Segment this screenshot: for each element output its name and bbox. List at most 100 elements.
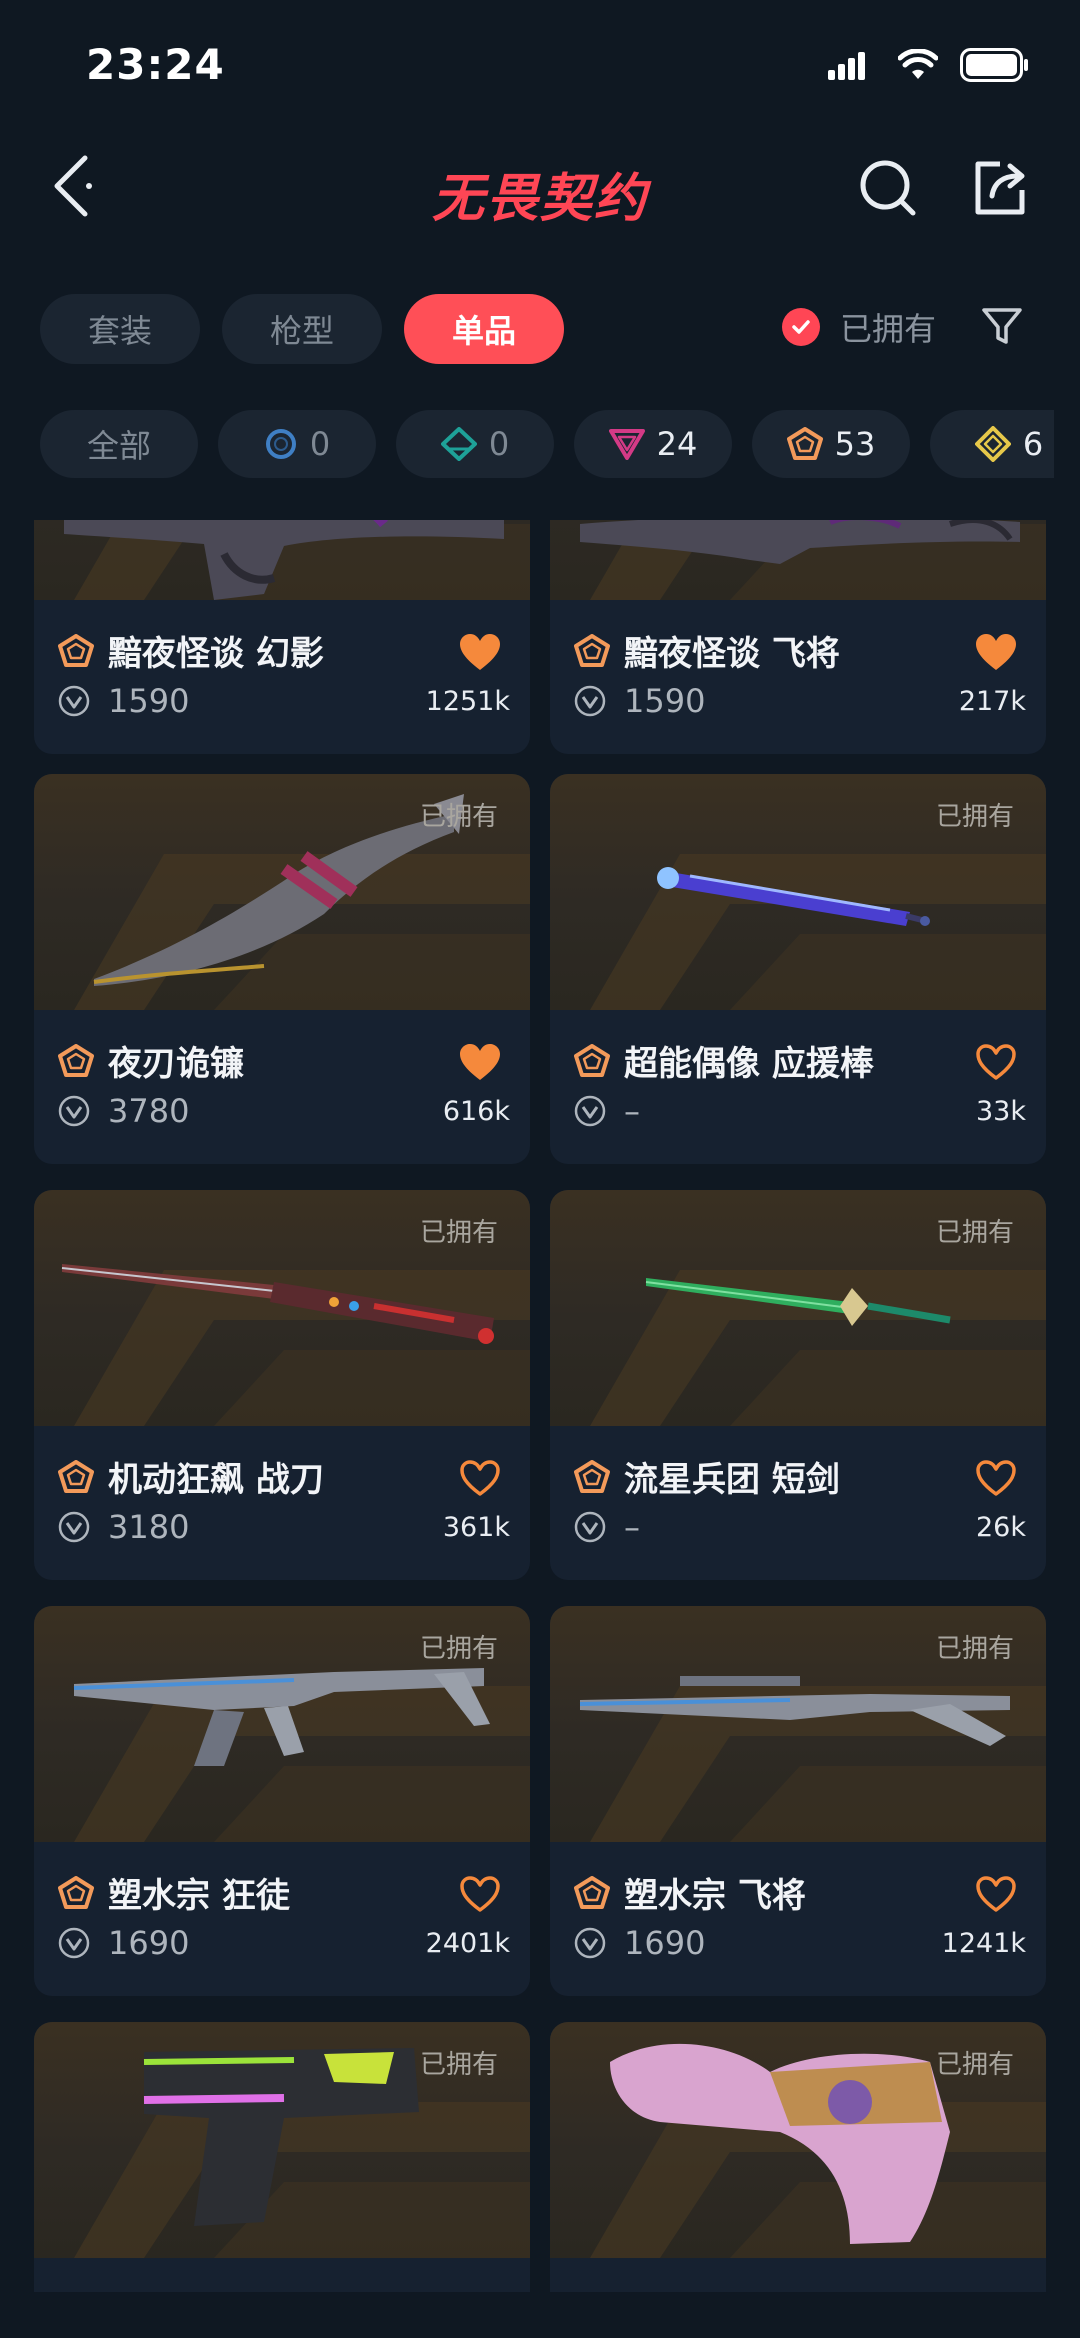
item-grid: 黯夜怪谈 幻影 1590 1251k 黯夜怪谈 飞将 1590 217k 已拥有… <box>34 520 1046 2292</box>
chip-count: 0 <box>309 425 331 463</box>
item-name: 机动狂飙 战刀 <box>108 1460 324 1500</box>
item-name: 夜刃诡镰 <box>108 1044 244 1084</box>
vp-currency-icon <box>58 1511 90 1543</box>
owned-tag: 已拥有 <box>419 802 498 832</box>
like-count: 1251k <box>425 686 510 717</box>
chip-tier-ultra[interactable]: 6 <box>930 410 1054 478</box>
owned-tag: 已拥有 <box>419 1218 498 1248</box>
item-image: 已拥有 <box>34 1190 530 1426</box>
chip-tier-premium[interactable]: 24 <box>574 410 732 478</box>
item-price: 3780 <box>108 1092 190 1130</box>
item-image: 已拥有 <box>550 1606 1046 1842</box>
item-card[interactable]: 已拥有 超能偶像 应援棒 – 33k <box>550 774 1046 1164</box>
orange-pentagon-tier-icon <box>786 427 823 460</box>
card-name-row: 机动狂飙 战刀 <box>58 1452 324 1501</box>
item-image <box>34 520 530 600</box>
pink-triangle-tier-icon <box>608 429 645 460</box>
item-card[interactable]: 已拥有 夜刃诡镰 3780 616k <box>34 774 530 1164</box>
share-icon <box>975 161 1025 215</box>
card-price-row: – <box>574 1092 640 1130</box>
item-image: 已拥有 <box>34 774 530 1010</box>
vp-currency-icon <box>58 1927 90 1959</box>
item-card[interactable]: 黯夜怪谈 幻影 1590 1251k <box>34 520 530 754</box>
card-name-row: 塑水宗 飞将 <box>574 1868 806 1917</box>
chip-tier-deluxe[interactable]: 0 <box>396 410 554 478</box>
owned-tag: 已拥有 <box>935 1218 1014 1248</box>
card-price-row: 3180 <box>58 1508 189 1546</box>
item-card[interactable]: 已拥有 <box>34 2022 530 2292</box>
vp-currency-icon <box>58 685 90 717</box>
item-card[interactable]: 已拥有 <box>550 2022 1046 2292</box>
item-card[interactable]: 已拥有 塑水宗 狂徒 1690 2401k <box>34 1606 530 1996</box>
heart-filled-icon[interactable] <box>458 1042 502 1082</box>
like-count: 33k <box>976 1096 1026 1127</box>
chip-tier-select[interactable]: 0 <box>218 410 376 478</box>
item-price: 1590 <box>624 682 706 720</box>
owned-filter-toggle[interactable]: 已拥有 <box>782 304 936 350</box>
item-name: 塑水宗 飞将 <box>624 1876 806 1916</box>
card-price-row: 1590 <box>58 682 189 720</box>
heart-outline-icon[interactable] <box>974 1458 1018 1498</box>
tab-suits[interactable]: 套装 <box>40 294 200 364</box>
status-bar: 23:24 <box>0 0 1080 130</box>
yellow-diamond-tier-icon <box>974 426 1011 462</box>
search-icon <box>860 160 916 216</box>
item-name: 塑水宗 狂徒 <box>108 1876 290 1916</box>
tab-single-items[interactable]: 单品 <box>404 294 564 364</box>
orange-pentagon-tier-icon <box>58 1459 94 1493</box>
like-count: 26k <box>976 1512 1026 1543</box>
signal-icon <box>828 50 876 84</box>
item-image <box>550 520 1046 600</box>
status-icons <box>828 48 1030 86</box>
status-time: 23:24 <box>86 40 225 89</box>
chip-tier-exclusive[interactable]: 53 <box>752 410 910 478</box>
heart-outline-icon[interactable] <box>974 1042 1018 1082</box>
heart-outline-icon[interactable] <box>458 1458 502 1498</box>
ring-tier-icon <box>265 429 296 459</box>
chip-all[interactable]: 全部 <box>40 410 198 478</box>
orange-pentagon-tier-icon <box>574 633 610 667</box>
item-card[interactable]: 已拥有 流星兵团 短剑 – 26k <box>550 1190 1046 1580</box>
share-button[interactable] <box>960 148 1040 228</box>
item-name: 超能偶像 应援棒 <box>624 1044 874 1084</box>
vp-currency-icon <box>574 1511 606 1543</box>
card-price-row: 1690 <box>58 1924 189 1962</box>
orange-pentagon-tier-icon <box>574 1875 610 1909</box>
item-image: 已拥有 <box>550 1190 1046 1426</box>
search-button[interactable] <box>848 148 928 228</box>
card-name-row: 夜刃诡镰 <box>58 1036 244 1085</box>
weapon-image-operator <box>580 520 1020 564</box>
item-image: 已拥有 <box>34 2022 530 2258</box>
item-image: 已拥有 <box>550 2022 1046 2258</box>
owned-tag: 已拥有 <box>935 802 1014 832</box>
owned-tag: 已拥有 <box>419 1634 498 1664</box>
card-name-row: 黯夜怪谈 幻影 <box>58 626 324 675</box>
filter-button[interactable] <box>976 300 1028 352</box>
heart-outline-icon[interactable] <box>458 1874 502 1914</box>
chip-label: 全部 <box>86 427 151 465</box>
heart-filled-icon[interactable] <box>458 632 502 672</box>
item-price: 3180 <box>108 1508 190 1546</box>
item-card[interactable]: 已拥有 塑水宗 飞将 1690 1241k <box>550 1606 1046 1996</box>
card-price-row: 1690 <box>574 1924 705 1962</box>
tab-weapon-type[interactable]: 枪型 <box>222 294 382 364</box>
item-card[interactable]: 已拥有 机动狂飙 战刀 3180 361k <box>34 1190 530 1580</box>
vp-currency-icon <box>574 1927 606 1959</box>
item-card[interactable]: 黯夜怪谈 飞将 1590 217k <box>550 520 1046 754</box>
like-count: 616k <box>442 1096 510 1127</box>
card-price-row: 3780 <box>58 1092 189 1130</box>
vp-currency-icon <box>58 1095 90 1127</box>
chip-count: 24 <box>656 425 698 463</box>
category-tabs: 套装 枪型 单品 <box>40 294 564 364</box>
owned-tag: 已拥有 <box>419 2050 498 2080</box>
heart-outline-icon[interactable] <box>974 1874 1018 1914</box>
heart-filled-icon[interactable] <box>974 632 1018 672</box>
item-price: 1690 <box>624 1924 706 1962</box>
item-price: – <box>624 1508 640 1546</box>
item-image: 已拥有 <box>34 1606 530 1842</box>
chip-count: 6 <box>1022 425 1044 463</box>
like-count: 361k <box>442 1512 510 1543</box>
check-icon <box>782 308 820 346</box>
battery-icon <box>960 48 1030 86</box>
item-name: 流星兵团 短剑 <box>624 1460 840 1500</box>
